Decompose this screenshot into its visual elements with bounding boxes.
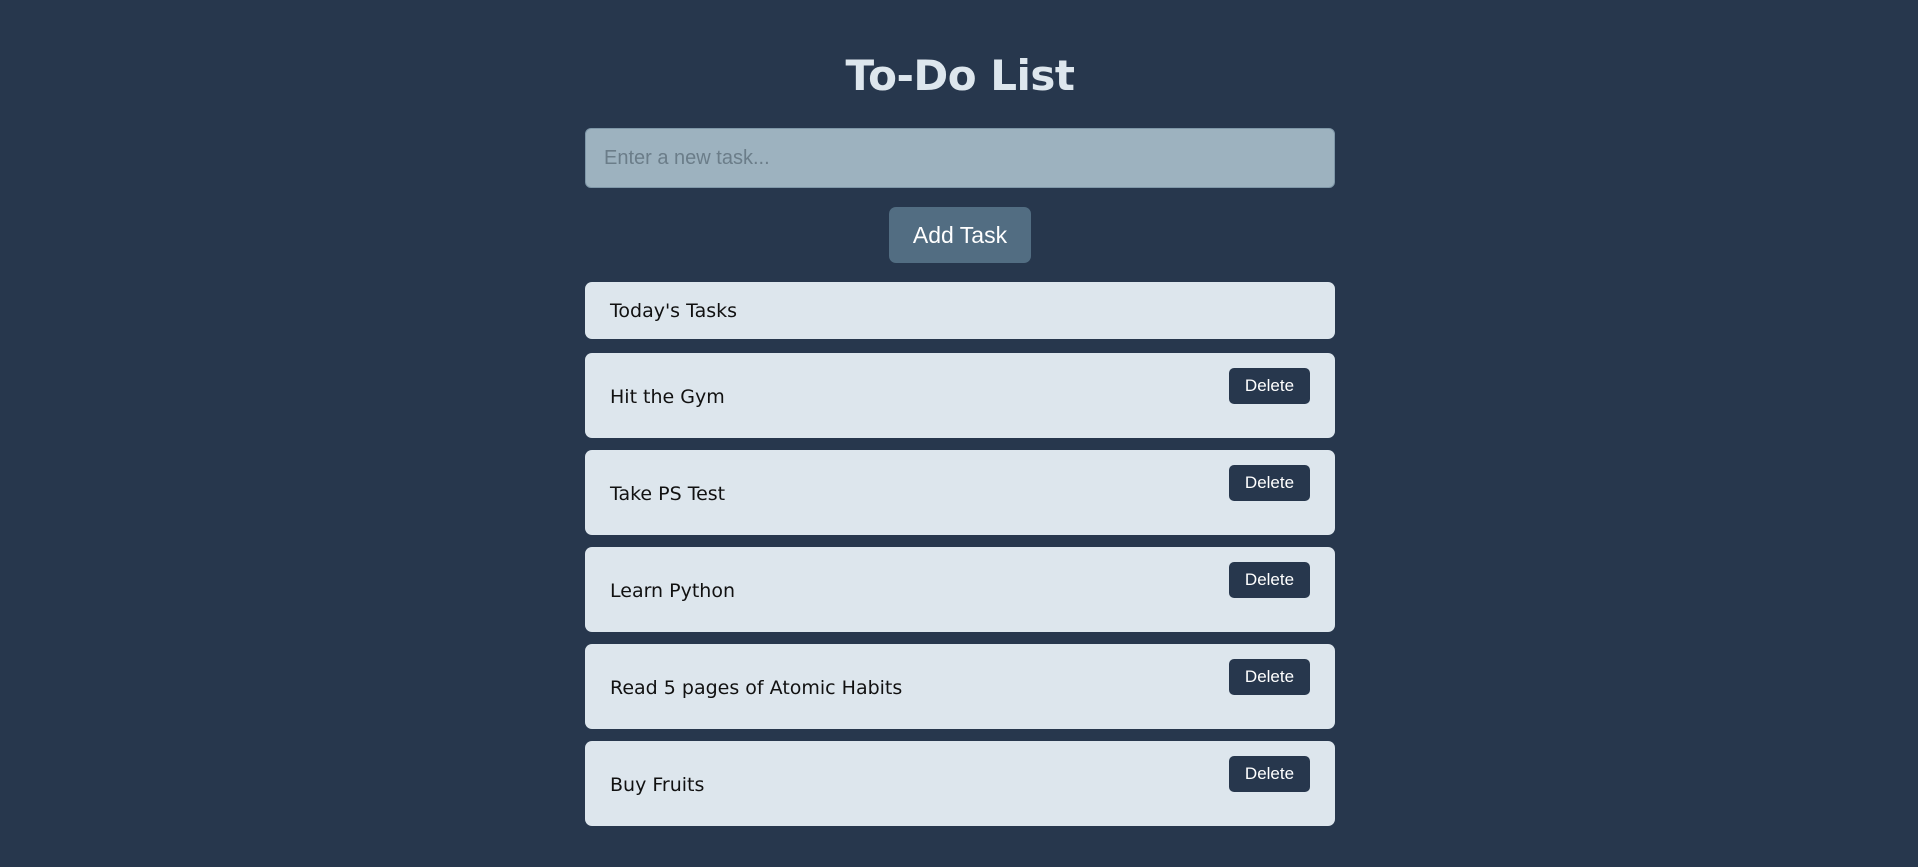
delete-task-button[interactable]: Delete <box>1229 756 1310 792</box>
delete-task-button[interactable]: Delete <box>1229 368 1310 404</box>
add-task-button[interactable]: Add Task <box>889 207 1031 263</box>
list-item: Read 5 pages of Atomic Habits Delete <box>585 644 1335 729</box>
list-item: Learn Python Delete <box>585 547 1335 632</box>
task-text: Read 5 pages of Atomic Habits <box>610 677 903 699</box>
task-text: Hit the Gym <box>610 386 725 408</box>
task-text: Learn Python <box>610 580 736 602</box>
task-list-heading: Today's Tasks <box>610 299 738 322</box>
list-item: Take PS Test Delete <box>585 450 1335 535</box>
delete-task-button[interactable]: Delete <box>1229 659 1310 695</box>
delete-task-button[interactable]: Delete <box>1229 465 1310 501</box>
list-item: Hit the Gym Delete <box>585 353 1335 438</box>
page-title: To-Do List <box>845 51 1075 100</box>
task-text: Take PS Test <box>610 483 726 505</box>
task-text: Buy Fruits <box>610 774 705 796</box>
delete-task-button[interactable]: Delete <box>1229 562 1310 598</box>
list-item: Buy Fruits Delete <box>585 741 1335 826</box>
task-list-header: Today's Tasks <box>585 282 1335 339</box>
new-task-input[interactable] <box>585 128 1335 188</box>
